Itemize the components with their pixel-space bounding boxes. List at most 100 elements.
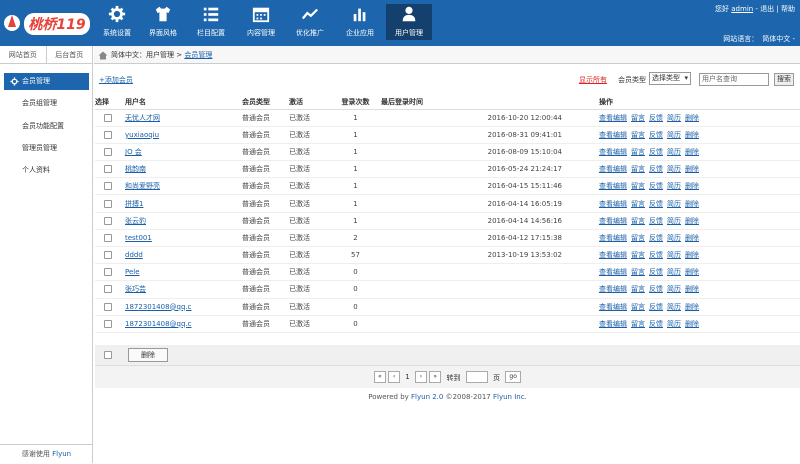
breadcrumb-link[interactable]: 会员管理	[184, 51, 212, 59]
row-action-0[interactable]: 查看编辑	[599, 320, 627, 328]
row-action-4[interactable]: 删除	[685, 320, 699, 328]
username-link[interactable]: Pele	[125, 268, 140, 276]
username-link[interactable]: 拼搏1	[125, 200, 143, 208]
prev-page-button[interactable]: ‹	[388, 371, 401, 383]
row-action-3[interactable]: 简历	[667, 234, 681, 242]
row-action-3[interactable]: 简历	[667, 200, 681, 208]
row-action-3[interactable]: 简历	[667, 217, 681, 225]
search-button[interactable]: 搜索	[774, 73, 794, 86]
row-action-4[interactable]: 删除	[685, 303, 699, 311]
row-action-0[interactable]: 查看编辑	[599, 131, 627, 139]
tab-admin-home[interactable]: 后台首页	[47, 46, 93, 63]
row-action-4[interactable]: 删除	[685, 217, 699, 225]
row-checkbox[interactable]	[104, 216, 112, 225]
row-action-1[interactable]: 留言	[631, 251, 645, 259]
row-action-0[interactable]: 查看编辑	[599, 234, 627, 242]
add-member-link[interactable]: +添加会员	[99, 75, 133, 85]
row-action-4[interactable]: 删除	[685, 200, 699, 208]
username-search-input[interactable]: 用户名查询	[699, 73, 769, 86]
row-action-1[interactable]: 留言	[631, 285, 645, 293]
row-action-4[interactable]: 删除	[685, 148, 699, 156]
sidebar-item-admins[interactable]: 管理员管理	[0, 140, 93, 157]
username-link[interactable]: 张云豹	[125, 217, 146, 225]
row-action-2[interactable]: 反馈	[649, 114, 663, 122]
row-action-3[interactable]: 简历	[667, 320, 681, 328]
row-action-3[interactable]: 简历	[667, 285, 681, 293]
row-action-4[interactable]: 删除	[685, 182, 699, 190]
show-all-link[interactable]: 显示所有	[579, 75, 607, 85]
row-checkbox[interactable]	[104, 182, 112, 191]
row-action-0[interactable]: 查看编辑	[599, 148, 627, 156]
row-action-1[interactable]: 留言	[631, 268, 645, 276]
first-page-button[interactable]: «	[373, 371, 386, 383]
username-link[interactable]: dddd	[125, 251, 143, 259]
username-link[interactable]: test001	[125, 234, 152, 242]
help-link[interactable]: 帮助	[781, 5, 795, 13]
row-action-0[interactable]: 查看编辑	[599, 285, 627, 293]
row-action-3[interactable]: 简历	[667, 268, 681, 276]
row-action-1[interactable]: 留言	[631, 182, 645, 190]
next-page-button[interactable]: ›	[415, 371, 427, 383]
row-action-1[interactable]: 留言	[631, 200, 645, 208]
row-action-3[interactable]: 简历	[667, 251, 681, 259]
logout-link[interactable]: 退出	[760, 5, 774, 13]
row-action-0[interactable]: 查看编辑	[599, 114, 627, 122]
row-action-2[interactable]: 反馈	[649, 320, 663, 328]
row-action-2[interactable]: 反馈	[649, 285, 663, 293]
row-action-1[interactable]: 留言	[631, 165, 645, 173]
nav-apps[interactable]: 企业应用	[337, 4, 383, 40]
row-action-3[interactable]: 简历	[667, 114, 681, 122]
member-type-select[interactable]: 选择类型 ▾	[649, 72, 691, 85]
row-action-4[interactable]: 删除	[685, 285, 699, 293]
username-link[interactable]: 1872301408@qq.c	[125, 303, 192, 311]
row-checkbox[interactable]	[104, 251, 112, 260]
tab-site-home[interactable]: 网站首页	[0, 46, 47, 63]
row-checkbox[interactable]	[104, 285, 112, 294]
row-action-0[interactable]: 查看编辑	[599, 182, 627, 190]
username-link[interactable]: 桃韵南	[125, 165, 146, 173]
row-action-0[interactable]: 查看编辑	[599, 165, 627, 173]
row-action-1[interactable]: 留言	[631, 114, 645, 122]
row-action-1[interactable]: 留言	[631, 131, 645, 139]
row-action-4[interactable]: 删除	[685, 251, 699, 259]
row-checkbox[interactable]	[104, 165, 112, 174]
row-checkbox[interactable]	[104, 113, 112, 122]
row-action-2[interactable]: 反馈	[649, 182, 663, 190]
row-checkbox[interactable]	[104, 302, 112, 311]
row-action-0[interactable]: 查看编辑	[599, 200, 627, 208]
row-action-3[interactable]: 简历	[667, 148, 681, 156]
row-checkbox[interactable]	[104, 130, 112, 139]
row-action-4[interactable]: 删除	[685, 268, 699, 276]
row-action-2[interactable]: 反馈	[649, 200, 663, 208]
row-action-0[interactable]: 查看编辑	[599, 303, 627, 311]
username-link[interactable]: 1872301408@qq.c	[125, 320, 192, 328]
row-action-2[interactable]: 反馈	[649, 251, 663, 259]
nav-columns[interactable]: 栏目配置	[188, 4, 234, 40]
row-action-1[interactable]: 留言	[631, 148, 645, 156]
row-action-2[interactable]: 反馈	[649, 217, 663, 225]
row-action-2[interactable]: 反馈	[649, 303, 663, 311]
nav-system-settings[interactable]: 系统设置	[94, 4, 140, 40]
nav-seo[interactable]: 优化推广	[287, 4, 333, 40]
sidebar-item-members[interactable]: 会员管理	[4, 73, 89, 90]
row-action-1[interactable]: 留言	[631, 217, 645, 225]
go-button[interactable]: go	[505, 371, 522, 383]
username-link[interactable]: admin	[731, 5, 753, 13]
row-action-1[interactable]: 留言	[631, 303, 645, 311]
row-action-1[interactable]: 留言	[631, 320, 645, 328]
username-link[interactable]: yuxiaoqiu	[125, 131, 159, 139]
row-action-0[interactable]: 查看编辑	[599, 268, 627, 276]
row-action-3[interactable]: 简历	[667, 182, 681, 190]
row-checkbox[interactable]	[104, 233, 112, 242]
row-action-2[interactable]: 反馈	[649, 148, 663, 156]
row-action-3[interactable]: 简历	[667, 131, 681, 139]
logo[interactable]: 桃桥119	[2, 5, 94, 41]
row-action-0[interactable]: 查看编辑	[599, 217, 627, 225]
sidebar-item-member-config[interactable]: 会员功能配置	[0, 118, 93, 135]
row-action-3[interactable]: 简历	[667, 303, 681, 311]
row-action-4[interactable]: 删除	[685, 234, 699, 242]
row-action-0[interactable]: 查看编辑	[599, 251, 627, 259]
row-checkbox[interactable]	[104, 199, 112, 208]
last-page-button[interactable]: »	[429, 371, 442, 383]
language-selector[interactable]: 网站语言： 简体中文 -	[723, 34, 795, 44]
